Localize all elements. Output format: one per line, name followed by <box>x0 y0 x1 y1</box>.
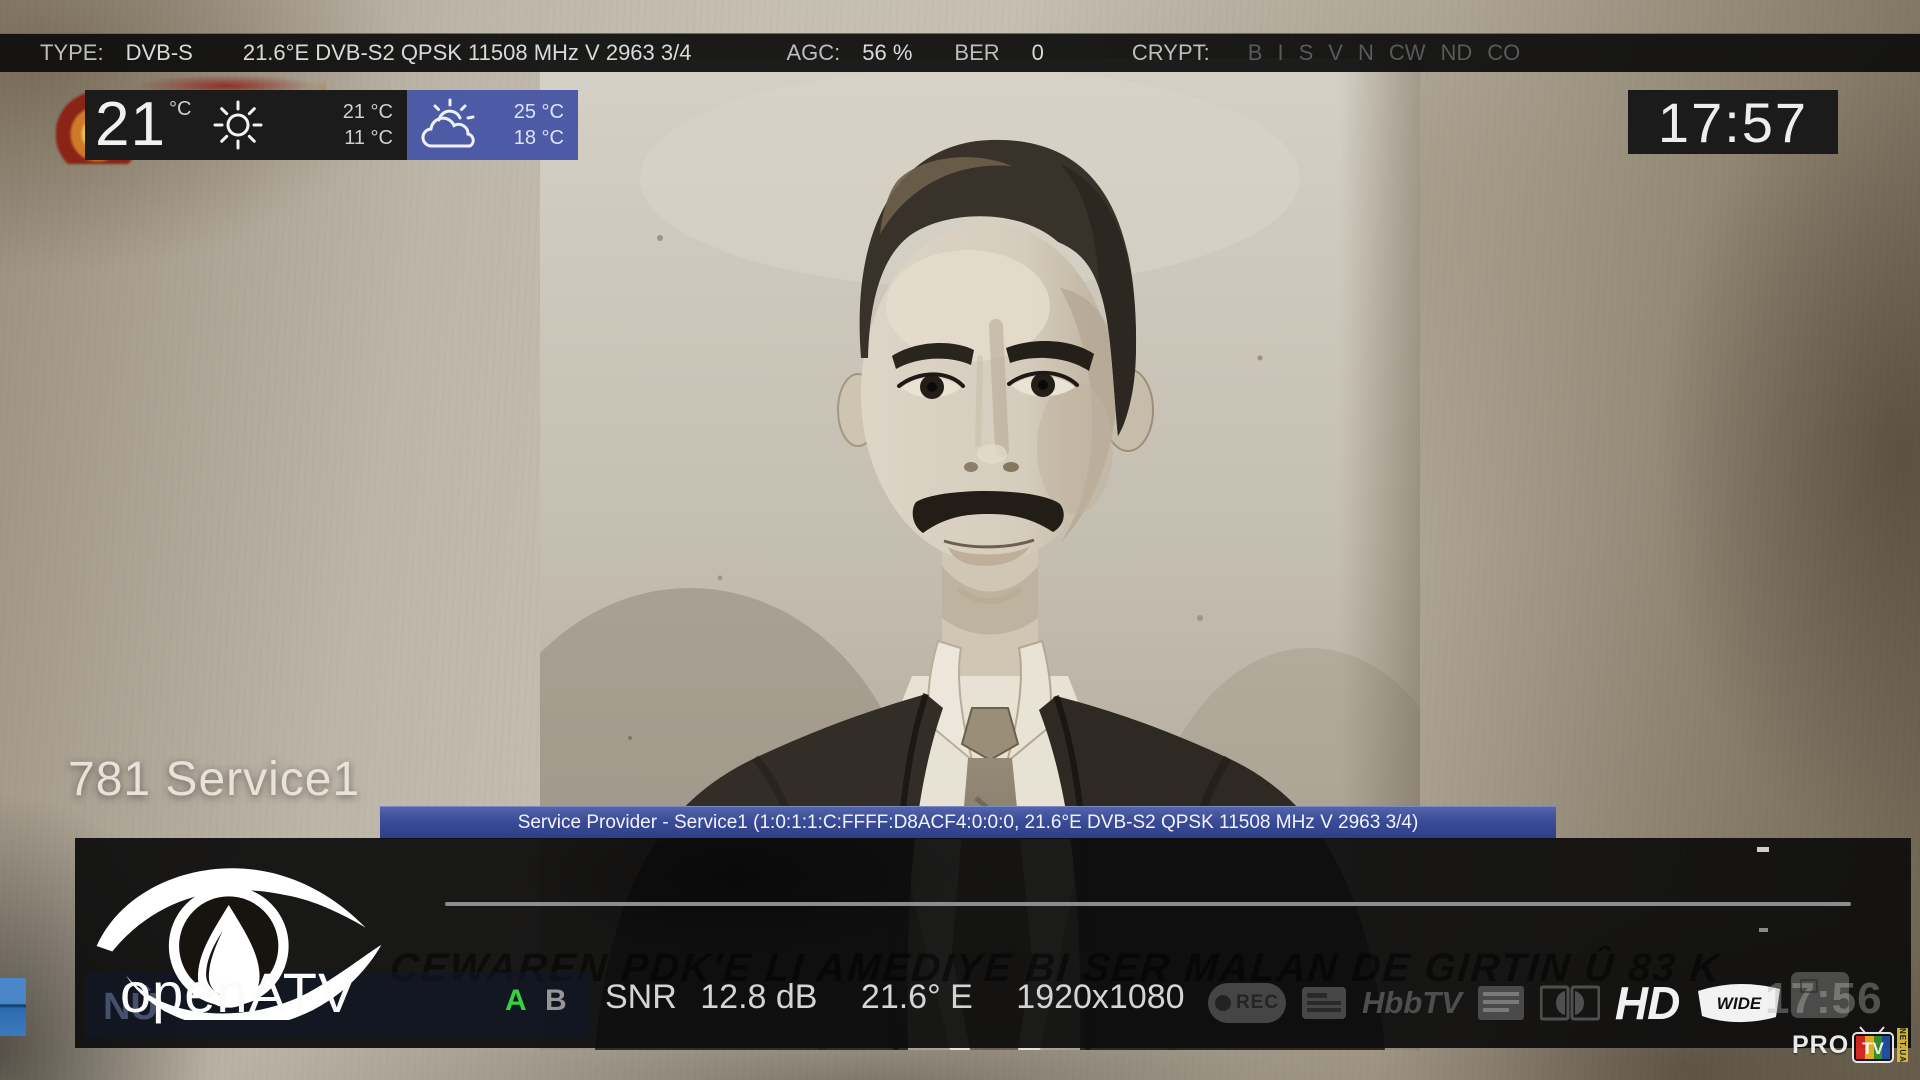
resolution: 1920x1080 <box>1016 978 1184 1016</box>
tuner-info-bar: TYPE: DVB-S 21.6°E DVB-S2 QPSK 11508 MHz… <box>0 33 1920 72</box>
crypt-seca: S <box>1299 40 1314 66</box>
forecast-low: 18 °C <box>514 125 564 151</box>
dolby-icon <box>1540 985 1600 1021</box>
openatv-brand-text: openATV <box>120 960 356 1025</box>
crypt-label: CRYPT: <box>1132 40 1210 66</box>
ber-value: 0 <box>1032 40 1044 66</box>
crypt-cryptoworks: CW <box>1389 40 1426 66</box>
broadcast-lower-third-stripe <box>0 978 26 1036</box>
hbbtv-icon: HbbTV <box>1362 985 1462 1021</box>
today-high: 21 °C <box>343 99 393 125</box>
forecast-high: 25 °C <box>514 99 564 125</box>
flag-a: A <box>505 984 527 1017</box>
record-dot-icon <box>1215 995 1231 1011</box>
service-reference-text: Service Provider - Service1 (1:0:1:1:C:F… <box>518 812 1419 834</box>
status-icon-row: REC HbbTV HD <box>1208 976 1784 1030</box>
snr-label: SNR <box>605 978 677 1016</box>
sunny-icon <box>211 98 265 152</box>
crypt-biss: B <box>1248 40 1263 66</box>
signal-status-line: SNR 12.8 dB 21.6° E 1920x1080 <box>605 978 1219 1017</box>
watermark-net-text: NET.UA <box>1897 1028 1908 1062</box>
current-temperature: 21 <box>95 92 166 158</box>
agc-label: AGC: <box>786 40 840 66</box>
hd-icon: HD <box>1615 976 1679 1030</box>
svg-text:TV: TV <box>1862 1039 1884 1058</box>
partly-cloudy-icon <box>419 96 481 154</box>
weather-forecast-panel: 25 °C 18 °C <box>407 90 578 160</box>
type-value: DVB-S <box>126 40 193 66</box>
snr-value: 12.8 dB <box>700 978 817 1016</box>
weather-widget: 21 °C 21 °C 11 °C <box>85 90 578 160</box>
broadcast-badge-ghost <box>1791 972 1849 1018</box>
type-label: TYPE: <box>40 40 104 66</box>
crypt-nagra: N <box>1358 40 1374 66</box>
teletext-icon <box>1301 984 1347 1022</box>
transponder-info: 21.6°E DVB-S2 QPSK 11508 MHz V 2963 3/4 <box>243 40 692 66</box>
protv-watermark: PRO TV NET.UA <box>1792 1026 1908 1064</box>
weather-current-panel: 21 °C 21 °C 11 °C <box>85 90 407 160</box>
ber-label: BER <box>954 40 999 66</box>
orbital-position: 21.6° E <box>861 978 973 1016</box>
panel-tick-mark <box>1759 928 1768 932</box>
crypt-nds: ND <box>1441 40 1473 66</box>
clock-time: 17:57 <box>1658 90 1808 155</box>
today-high-low: 21 °C 11 °C <box>343 99 393 151</box>
agc-value: 56 % <box>862 40 912 66</box>
audio-track-flags: A B <box>505 984 567 1018</box>
panel-tick-mark <box>1757 847 1769 852</box>
channel-title: 781 Service1 <box>68 752 360 807</box>
tv-screen: TYPE: DVB-S 21.6°E DVB-S2 QPSK 11508 MHz… <box>0 0 1920 1080</box>
svg-text:WIDE: WIDE <box>1717 994 1762 1013</box>
temperature-unit: °C <box>169 98 191 121</box>
record-icon: REC <box>1208 983 1286 1023</box>
crypt-system-list: B I S V N CW ND CO <box>1248 40 1521 66</box>
event-progress-line <box>445 902 1851 906</box>
crypt-conax: CO <box>1487 40 1520 66</box>
flag-b: B <box>545 984 567 1017</box>
record-label: REC <box>1236 992 1279 1014</box>
clock-panel: 17:57 <box>1628 90 1838 154</box>
crypt-irdeto: I <box>1277 40 1283 66</box>
watermark-tv-icon: TV <box>1852 1026 1894 1064</box>
subtitles-icon <box>1477 984 1525 1022</box>
forecast-high-low: 25 °C 18 °C <box>514 99 564 151</box>
crypt-viaccess: V <box>1328 40 1343 66</box>
watermark-pro-text: PRO <box>1792 1031 1849 1060</box>
service-reference-bar: Service Provider - Service1 (1:0:1:1:C:F… <box>380 806 1556 839</box>
infobar-panel: CEWAREN PDK'E LI AMEDIYE BI SER MALAN DE… <box>75 838 1911 1048</box>
today-low: 11 °C <box>343 125 393 151</box>
